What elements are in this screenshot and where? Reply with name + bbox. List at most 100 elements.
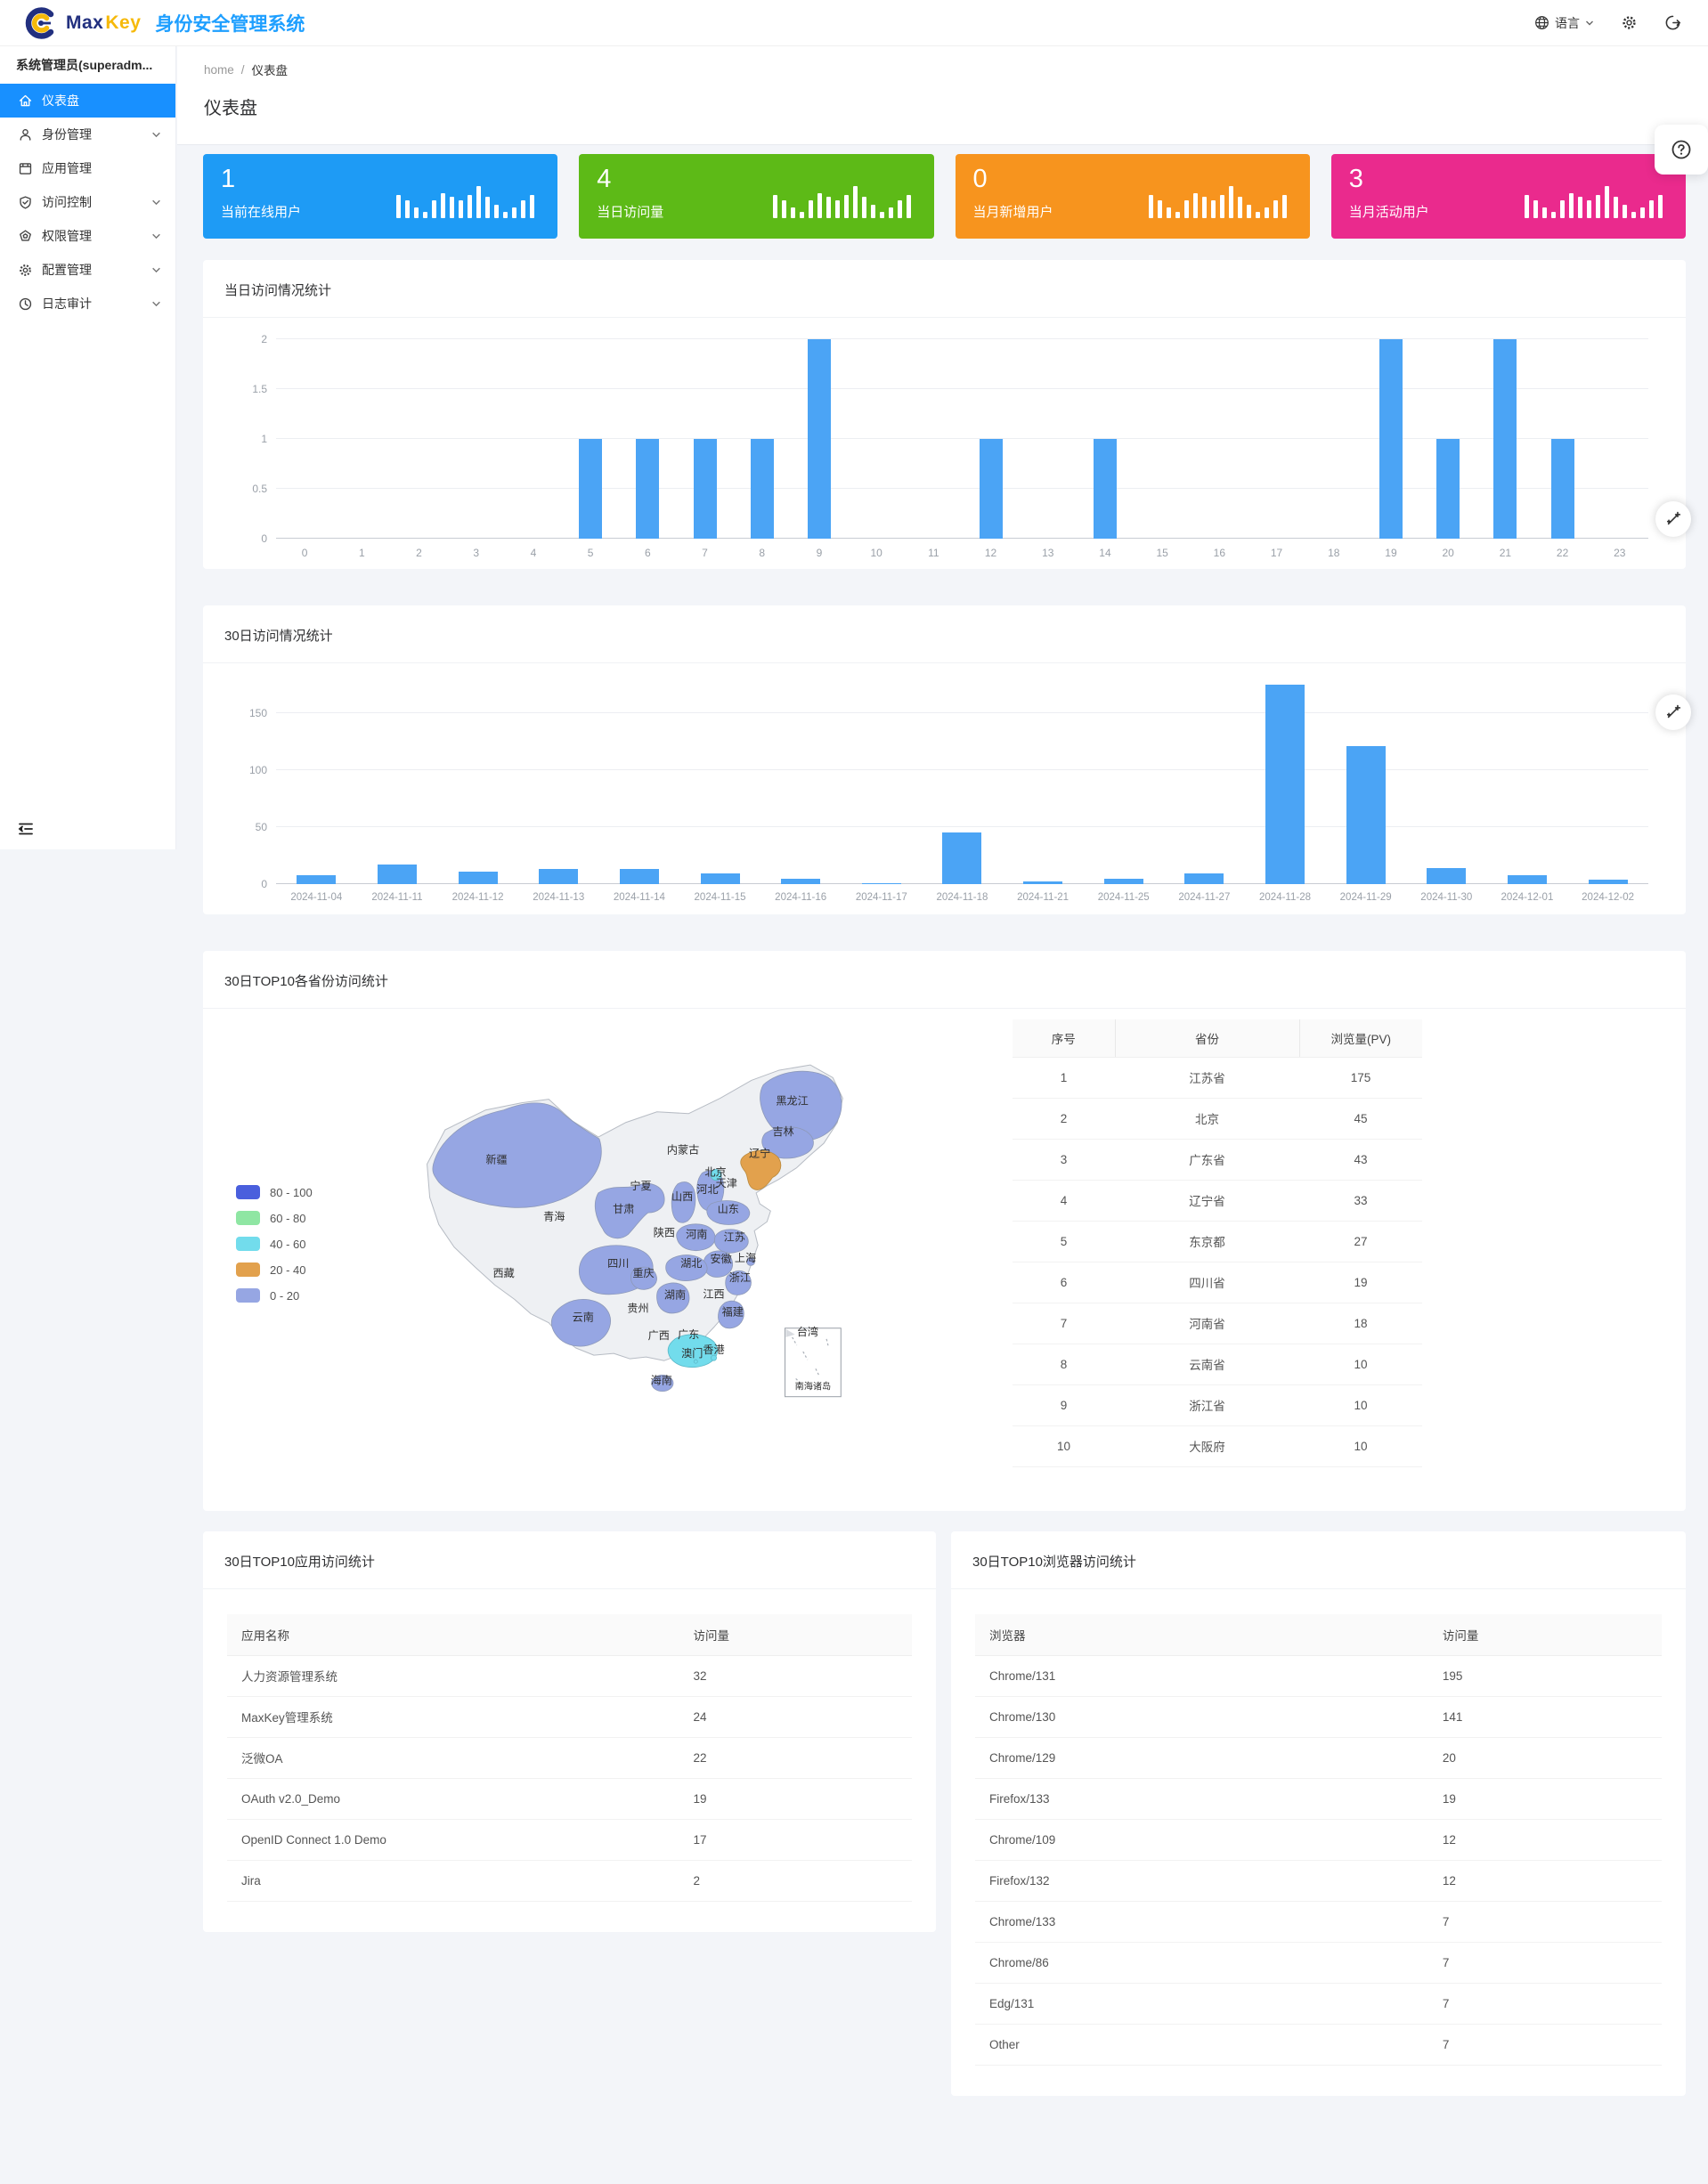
map-legend-item: 40 - 60 <box>236 1237 313 1251</box>
stat-card: 3 当月活动用户 <box>1331 154 1686 239</box>
logout-button[interactable] <box>1664 14 1681 31</box>
stat-card-sparkline <box>769 174 911 218</box>
cell-app-name: OAuth v2.0_Demo <box>227 1778 679 1819</box>
sidebar: 系统管理员(superadm... 仪表盘 身份管理 应用管理 <box>0 46 176 849</box>
table-row: 4 辽宁省 33 <box>1013 1180 1422 1221</box>
map-legend-item: 0 - 20 <box>236 1288 313 1303</box>
globe-icon <box>1534 15 1549 30</box>
sidebar-item[interactable]: 日志审计 <box>0 287 175 321</box>
column-header: 访问量 <box>679 1614 912 1655</box>
sidebar-item[interactable]: 访问控制 <box>0 185 175 219</box>
stat-card-sparkline <box>392 174 534 218</box>
sidebar-item-icon <box>18 93 33 109</box>
table-row: Firefox/132 12 <box>975 1860 1662 1901</box>
svg-text:浙江: 浙江 <box>729 1271 751 1284</box>
language-menu[interactable]: 语言 <box>1534 14 1594 32</box>
svg-text:台湾: 台湾 <box>797 1325 818 1338</box>
cell-app-name: 人力资源管理系统 <box>227 1655 679 1696</box>
svg-text:海南: 海南 <box>651 1374 672 1387</box>
cell-visits: 12 <box>1428 1860 1662 1901</box>
cell-browser: Chrome/86 <box>975 1942 1428 1983</box>
table-row: Chrome/109 12 <box>975 1819 1662 1860</box>
sidebar-item[interactable]: 仪表盘 <box>0 84 175 118</box>
svg-text:澳门: 澳门 <box>681 1346 703 1360</box>
cell-visits: 7 <box>1428 1942 1662 1983</box>
stat-card-sparkline <box>1520 174 1663 218</box>
table-row: OAuth v2.0_Demo 19 <box>227 1778 912 1819</box>
table-row: 10 大阪府 10 <box>1013 1425 1422 1466</box>
cell-browser: Firefox/132 <box>975 1860 1428 1901</box>
cell-app-name: MaxKey管理系统 <box>227 1696 679 1737</box>
gear-icon <box>1621 14 1638 31</box>
sidebar-item-label: 身份管理 <box>42 126 151 143</box>
table-row: MaxKey管理系统 24 <box>227 1696 912 1737</box>
legend-label: 20 - 40 <box>270 1263 305 1277</box>
cell-rank: 3 <box>1013 1139 1115 1180</box>
stat-cards: 1 当前在线用户 4 当日访问量 0 当月新增用户 3 <box>203 154 1686 239</box>
legend-swatch <box>236 1211 260 1225</box>
chart-magic-type-button[interactable] <box>1655 694 1691 730</box>
cell-rank: 4 <box>1013 1180 1115 1221</box>
svg-text:云南: 云南 <box>573 1311 594 1324</box>
china-map[interactable]: 新疆青海西藏甘肃宁夏内蒙古陕西山西河北北京天津山东河南江苏安徽上海浙江江西福建台… <box>410 1058 868 1418</box>
cell-visits: 32 <box>679 1655 912 1696</box>
cell-visits: 195 <box>1428 1655 1662 1696</box>
sidebar-item-icon <box>18 296 33 312</box>
chart-magic-type-button[interactable] <box>1655 501 1691 537</box>
sidebar-item[interactable]: 权限管理 <box>0 219 175 253</box>
cell-visits: 2 <box>679 1860 912 1901</box>
cell-pv: 19 <box>1299 1262 1422 1303</box>
cell-browser: Edg/131 <box>975 1983 1428 2024</box>
sidebar-item[interactable]: 应用管理 <box>0 151 175 185</box>
map-legend-item: 80 - 100 <box>236 1185 313 1199</box>
svg-text:吉林: 吉林 <box>772 1125 793 1138</box>
table-row: Firefox/133 19 <box>975 1778 1662 1819</box>
table-header-row: 序号 省份 浏览量(PV) <box>1013 1019 1422 1057</box>
chevron-down-icon <box>151 265 161 275</box>
svg-text:重庆: 重庆 <box>632 1267 654 1279</box>
language-label: 语言 <box>1555 14 1580 32</box>
cell-pv: 10 <box>1299 1425 1422 1466</box>
svg-text:湖南: 湖南 <box>664 1287 686 1301</box>
panel-title: 30日TOP10浏览器访问统计 <box>951 1531 1686 1588</box>
svg-text:香港: 香港 <box>703 1344 724 1356</box>
magic-type-icon <box>1665 511 1681 527</box>
cell-province: 云南省 <box>1115 1344 1299 1384</box>
sidebar-user: 系统管理员(superadm... <box>0 46 175 84</box>
table-row: 7 河南省 18 <box>1013 1303 1422 1344</box>
table-row: 泛微OA 22 <box>227 1737 912 1778</box>
sidebar-collapse-button[interactable] <box>14 817 37 840</box>
table-row: OpenID Connect 1.0 Demo 17 <box>227 1819 912 1860</box>
cell-rank: 8 <box>1013 1344 1115 1384</box>
settings-button[interactable] <box>1621 14 1638 31</box>
chevron-down-icon <box>151 299 161 309</box>
column-header: 浏览器 <box>975 1614 1428 1655</box>
column-header: 浏览量(PV) <box>1299 1019 1422 1057</box>
table-row: Chrome/133 7 <box>975 1901 1662 1942</box>
chevron-down-icon <box>1585 19 1594 28</box>
cell-browser: Chrome/131 <box>975 1655 1428 1696</box>
cell-pv: 33 <box>1299 1180 1422 1221</box>
cell-visits: 7 <box>1428 2024 1662 2065</box>
table-row: Chrome/129 20 <box>975 1737 1662 1778</box>
breadcrumb-home[interactable]: home <box>204 63 234 77</box>
sidebar-item[interactable]: 身份管理 <box>0 118 175 151</box>
chevron-down-icon <box>151 130 161 140</box>
cell-rank: 1 <box>1013 1057 1115 1098</box>
svg-text:安徽: 安徽 <box>710 1252 731 1265</box>
stat-card: 0 当月新增用户 <box>956 154 1310 239</box>
magic-type-icon <box>1665 704 1681 720</box>
legend-label: 40 - 60 <box>270 1238 305 1251</box>
cell-province: 四川省 <box>1115 1262 1299 1303</box>
cell-province: 江苏省 <box>1115 1057 1299 1098</box>
chevron-down-icon <box>151 198 161 207</box>
sidebar-item[interactable]: 配置管理 <box>0 253 175 287</box>
cell-visits: 17 <box>679 1819 912 1860</box>
monthly-visits-chart: 0501001502024-11-042024-11-112024-11-122… <box>210 672 1679 914</box>
svg-text:贵州: 贵州 <box>627 1303 648 1315</box>
legend-swatch <box>236 1288 260 1303</box>
table-row: Edg/131 7 <box>975 1983 1662 2024</box>
help-button[interactable] <box>1655 125 1708 175</box>
browser-table: 浏览器 访问量 Chrome/131 195 <box>951 1589 1686 2066</box>
svg-text:宁夏: 宁夏 <box>630 1179 651 1192</box>
